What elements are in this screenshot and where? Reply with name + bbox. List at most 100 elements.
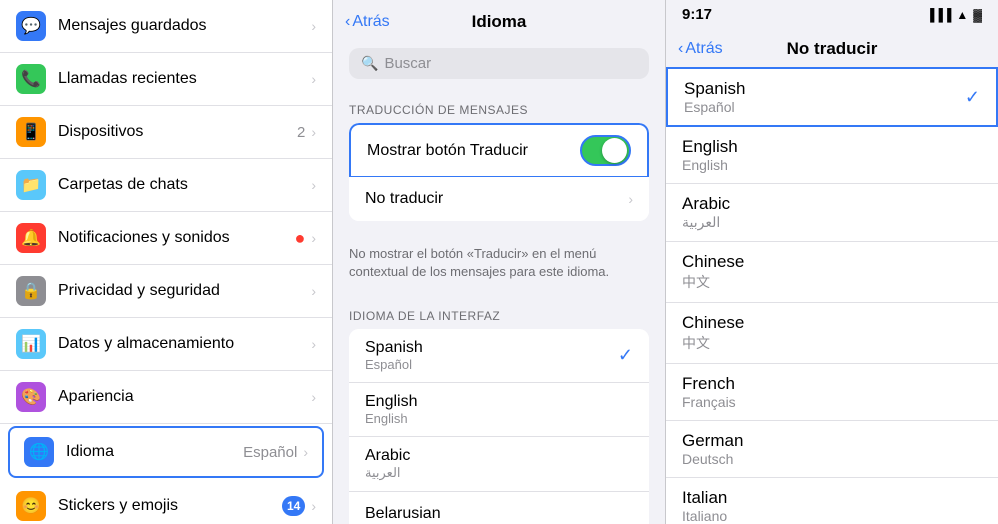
status-icons: ▐▐▐ ▲ ▓ [926, 8, 982, 22]
settings-item-stickers[interactable]: 😊 Stickers y emojis 14 › [0, 480, 332, 524]
settings-item-carpetas[interactable]: 📁 Carpetas de chats › [0, 159, 332, 212]
lang-native-german: Deutsch [682, 451, 982, 467]
toggle-translate-switch[interactable] [580, 135, 631, 166]
search-bar[interactable]: 🔍 Buscar [349, 48, 649, 79]
lang-item-belarusian[interactable]: Belarusian [349, 492, 649, 524]
wifi-icon: ▲ [956, 8, 968, 22]
chevron-icon: › [311, 124, 316, 140]
panel-idioma: ‹ Atrás Idioma 🔍 Buscar TRADUCCIÓN DE ME… [333, 0, 666, 524]
back-chevron-icon: ‹ [345, 13, 350, 31]
lang-native-arabic: العربية [682, 214, 982, 231]
lang-item-spanish[interactable]: Spanish Español ✓ [349, 329, 649, 383]
llamadas-label: Llamadas recientes [58, 70, 197, 88]
idioma-title: Idioma [472, 12, 527, 32]
settings-item-privacidad[interactable]: 🔒 Privacidad y seguridad › [0, 265, 332, 318]
carpetas-icon: 📁 [16, 170, 46, 200]
battery-icon: ▓ [973, 8, 982, 22]
stickers-icon: 😊 [16, 491, 46, 521]
lang-no-translate-chinese2[interactable]: Chinese 中文 [666, 303, 998, 364]
lang-no-translate-chinese1[interactable]: Chinese 中文 [666, 242, 998, 303]
checkmark-icon: ✓ [965, 87, 980, 108]
lang-native-english: English [682, 157, 982, 173]
privacidad-icon: 🔒 [16, 276, 46, 306]
idioma-icon: 🌐 [24, 437, 54, 467]
chevron-icon: › [303, 444, 308, 460]
no-translate-item[interactable]: No traducir › [349, 177, 649, 221]
lang-arabic-name: Arabic [365, 447, 633, 465]
llamadas-icon: 📞 [16, 64, 46, 94]
no-translate-language-list: Spanish Español ✓ English English Arabic… [666, 67, 998, 524]
toggle-knob [602, 138, 627, 163]
settings-item-idioma[interactable]: 🌐 Idioma Español › [8, 426, 324, 478]
lang-belarusian-name: Belarusian [365, 505, 633, 523]
chevron-icon: › [311, 498, 316, 514]
lang-name-spanish: Spanish [684, 79, 965, 99]
lang-name-italian: Italian [682, 488, 982, 508]
carpetas-label: Carpetas de chats [58, 176, 188, 194]
lang-no-translate-arabic[interactable]: Arabic العربية [666, 184, 998, 242]
lang-name-french: French [682, 374, 982, 394]
lang-native-chinese2: 中文 [682, 333, 982, 353]
lang-no-translate-spanish[interactable]: Spanish Español ✓ [666, 67, 998, 127]
chevron-icon: › [311, 336, 316, 352]
nav-header-idioma: ‹ Atrás Idioma [333, 0, 665, 40]
notificaciones-label: Notificaciones y sonidos [58, 229, 230, 247]
settings-item-llamadas[interactable]: 📞 Llamadas recientes › [0, 53, 332, 106]
lang-english-native: English [365, 411, 633, 426]
stickers-label: Stickers y emojis [58, 497, 178, 515]
mensajes-icon: 💬 [16, 11, 46, 41]
datos-label: Datos y almacenamiento [58, 335, 234, 353]
idioma-value: Español [243, 444, 297, 461]
dispositivos-icon: 📱 [16, 117, 46, 147]
apariencia-label: Apariencia [58, 388, 134, 406]
lang-no-translate-german[interactable]: German Deutsch [666, 421, 998, 478]
mensajes-label: Mensajes guardados [58, 17, 207, 35]
lang-no-translate-italian[interactable]: Italian Italiano [666, 478, 998, 524]
notificaciones-icon: 🔔 [16, 223, 46, 253]
lang-no-translate-french[interactable]: French Français [666, 364, 998, 421]
chevron-icon: › [311, 71, 316, 87]
panel-settings: 💬 Mensajes guardados › 📞 Llamadas recien… [0, 0, 333, 524]
back-button-notranslate[interactable]: ‹ Atrás [678, 40, 723, 58]
stickers-badge: 14 [282, 496, 305, 516]
settings-item-dispositivos[interactable]: 📱 Dispositivos 2 › [0, 106, 332, 159]
settings-list: 💬 Mensajes guardados › 📞 Llamadas recien… [0, 0, 332, 524]
settings-item-mensajes[interactable]: 💬 Mensajes guardados › [0, 0, 332, 53]
settings-item-datos[interactable]: 📊 Datos y almacenamiento › [0, 318, 332, 371]
lang-native-french: Français [682, 394, 982, 410]
lang-name-chinese2: Chinese [682, 313, 982, 333]
lang-spanish-native: Español [365, 357, 618, 372]
lang-native-chinese1: 中文 [682, 272, 982, 292]
lang-item-english[interactable]: English English [349, 383, 649, 437]
panel-no-traducir: 9:17 ▐▐▐ ▲ ▓ ‹ Atrás No traducir Spanish… [666, 0, 998, 524]
apariencia-icon: 🎨 [16, 382, 46, 412]
privacidad-label: Privacidad y seguridad [58, 282, 220, 300]
chevron-icon: › [311, 283, 316, 299]
notification-dot: ● [294, 228, 305, 249]
search-placeholder: Buscar [384, 55, 431, 72]
toggle-translate-label: Mostrar botón Traducir [367, 142, 580, 160]
lang-item-arabic[interactable]: Arabic العربية [349, 437, 649, 492]
lang-native-italian: Italiano [682, 508, 982, 524]
lang-no-translate-english[interactable]: English English [666, 127, 998, 184]
nav-header-notranslate: ‹ Atrás No traducir [666, 27, 998, 67]
back-chevron-icon: ‹ [678, 40, 683, 58]
chevron-icon: › [311, 177, 316, 193]
lang-name-arabic: Arabic [682, 194, 982, 214]
traduccion-group: Mostrar botón Traducir No traducir › [349, 123, 649, 221]
section-interfaz-header: IDIOMA DE LA INTERFAZ [333, 293, 665, 329]
idioma-label: Idioma [66, 443, 114, 461]
settings-item-apariencia[interactable]: 🎨 Apariencia › [0, 371, 332, 424]
chevron-icon: › [628, 191, 633, 207]
toggle-translate-item[interactable]: Mostrar botón Traducir [349, 123, 649, 177]
checkmark-icon: ✓ [618, 345, 633, 366]
lang-name-english: English [682, 137, 982, 157]
lang-spanish-name: Spanish [365, 339, 618, 357]
lang-english-name: English [365, 393, 633, 411]
search-icon: 🔍 [361, 55, 378, 72]
settings-item-notificaciones[interactable]: 🔔 Notificaciones y sonidos ● › [0, 212, 332, 265]
back-button-idioma[interactable]: ‹ Atrás [345, 13, 390, 31]
interfaz-language-group: Spanish Español ✓ English English Arabic… [349, 329, 649, 524]
lang-name-chinese1: Chinese [682, 252, 982, 272]
translate-description: No mostrar el botón «Traducir» en el men… [333, 237, 665, 293]
